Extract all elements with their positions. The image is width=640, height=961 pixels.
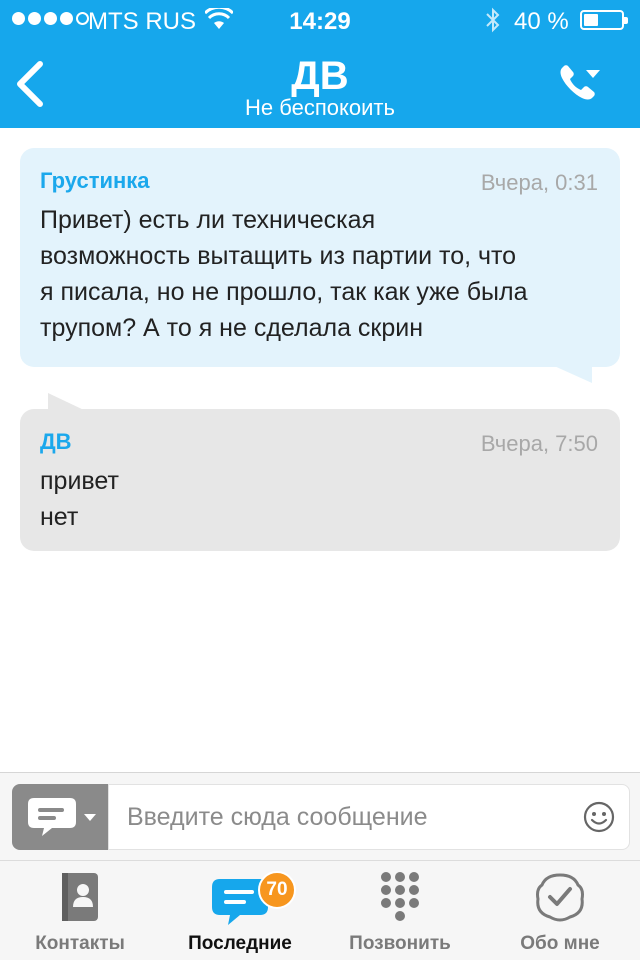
tab-recent[interactable]: 70 Последние bbox=[160, 861, 320, 961]
message-time: Вчера, 0:31 bbox=[480, 170, 598, 195]
message-input[interactable] bbox=[127, 785, 567, 849]
bluetooth-icon bbox=[486, 7, 500, 33]
battery-level-fill bbox=[584, 14, 598, 26]
emoticon-icon[interactable] bbox=[583, 801, 615, 833]
battery-icon bbox=[580, 10, 628, 30]
message-type-selector[interactable] bbox=[12, 784, 108, 850]
profile-check-icon bbox=[536, 873, 584, 922]
message-input-wrapper bbox=[108, 784, 630, 850]
tab-label: Обо мне bbox=[520, 933, 600, 954]
dialpad-icon bbox=[381, 872, 419, 921]
message-text: Привет) есть ли техническая возможность … bbox=[40, 206, 528, 342]
status-bar: MTS RUS 14:29 40 % bbox=[0, 0, 640, 40]
unread-count-badge: 70 bbox=[258, 871, 296, 909]
tab-bar: Контакты 70 Последние Позвонить Обо мне bbox=[0, 860, 640, 960]
header-bar: MTS RUS 14:29 40 % ДВ Не беспокоить bbox=[0, 0, 640, 128]
conversation-title: ДВ bbox=[291, 54, 349, 98]
message-bubble-outgoing[interactable]: ДВ Вчера, 7:50 привет нет bbox=[20, 409, 620, 551]
tab-label: Последние bbox=[188, 933, 292, 954]
call-phone-icon[interactable] bbox=[556, 62, 604, 104]
bubble-tail bbox=[552, 365, 592, 383]
message-text: привет нет bbox=[40, 467, 119, 531]
chat-bubble-icon bbox=[28, 798, 96, 836]
message-bubble-incoming[interactable]: Грустинка Вчера, 0:31 Привет) есть ли те… bbox=[20, 148, 620, 367]
presence-status: Не беспокоить bbox=[245, 95, 395, 120]
tab-contacts[interactable]: Контакты bbox=[0, 861, 160, 961]
tab-label: Позвонить bbox=[349, 933, 451, 954]
contacts-icon bbox=[62, 873, 98, 921]
message-composer bbox=[0, 772, 640, 860]
message-time: Вчера, 7:50 bbox=[480, 431, 598, 456]
tab-about-me[interactable]: Обо мне bbox=[480, 861, 640, 961]
tab-label: Контакты bbox=[35, 933, 125, 954]
battery-percent: 40 % bbox=[514, 8, 569, 35]
tab-call[interactable]: Позвонить bbox=[320, 861, 480, 961]
